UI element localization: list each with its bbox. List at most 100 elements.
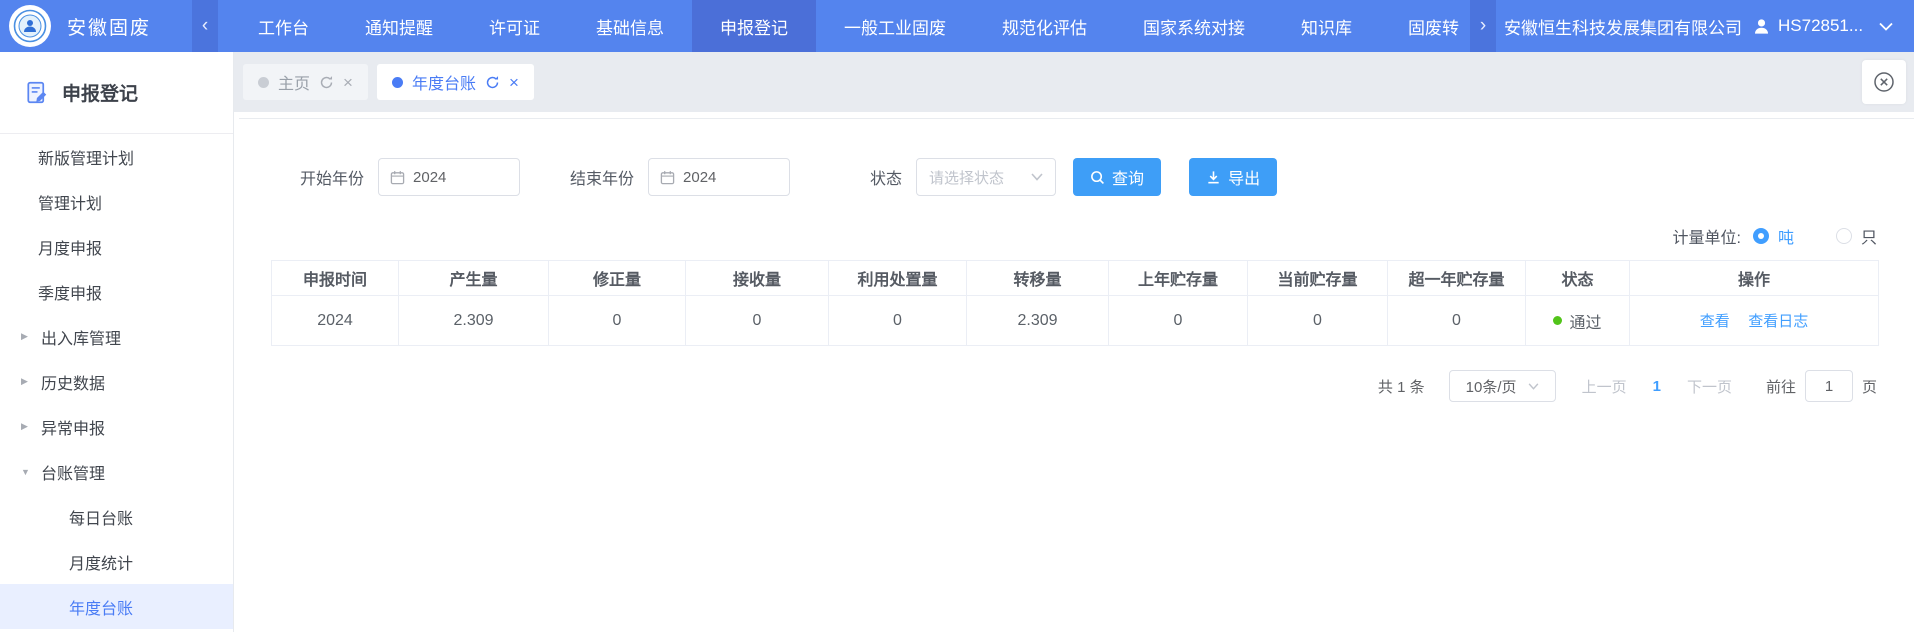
nav-item-knowledge-base[interactable]: 知识库 [1273,0,1380,52]
col-actions: 操作 [1630,261,1879,296]
nav-item-national-system[interactable]: 国家系统对接 [1115,0,1273,52]
nav-item-declaration[interactable]: 申报登记 [692,0,816,52]
unit-selector: 计量单位: 吨 只 [271,224,1877,248]
col-generated: 产生量 [399,261,549,296]
close-all-tabs-button[interactable] [1862,60,1906,104]
next-page-button[interactable]: 下一页 [1687,376,1732,397]
nav-scroll-right-button[interactable]: › [1470,0,1496,52]
sidebar-item-management-plan[interactable]: 管理计划 [0,179,233,224]
user-icon [1752,17,1771,36]
goto-page-input[interactable] [1805,370,1853,402]
unit-label: 计量单位: [1673,224,1741,248]
nav-item-standardization-assessment[interactable]: 规范化评估 [974,0,1115,52]
col-corrected: 修正量 [549,261,686,296]
unit-radio-ton[interactable]: 吨 [1753,224,1794,248]
radio-selected-icon [1753,228,1769,244]
goto-label: 前往 [1766,376,1796,397]
sidebar-item-ledger-management[interactable]: ▼台账管理 [0,449,233,494]
view-link[interactable]: 查看 [1700,313,1730,330]
end-year-label: 结束年份 [570,165,634,189]
annual-ledger-table: 申报时间 产生量 修正量 接收量 利用处置量 转移量 上年贮存量 当前贮存量 超… [271,260,1879,346]
main-area: 主页 × 年度台账 × [234,52,1914,632]
start-year-label: 开始年份 [300,165,364,189]
nav-item-license[interactable]: 许可证 [461,0,568,52]
col-declare-time: 申报时间 [272,261,399,296]
tab-bar: 主页 × 年度台账 × [234,52,1914,112]
chevron-right-icon: ▶ [21,376,32,387]
sidebar-item-inventory-management[interactable]: ▶出入库管理 [0,314,233,359]
sidebar-item-monthly-declaration[interactable]: 月度申报 [0,224,233,269]
refresh-icon[interactable] [485,75,500,90]
download-icon [1206,170,1221,185]
sidebar-menu: 新版管理计划 管理计划 月度申报 季度申报 ▶出入库管理 ▶历史数据 ▶异常申报… [0,134,233,629]
current-page[interactable]: 1 [1653,378,1661,395]
sidebar-item-daily-ledger[interactable]: 每日台账 [0,494,233,539]
sidebar-item-monthly-statistics[interactable]: 月度统计 [0,539,233,584]
end-year-input[interactable] [648,158,790,196]
tab-status-dot [258,77,269,88]
search-icon [1090,170,1105,185]
view-log-link[interactable]: 查看日志 [1748,313,1808,330]
sidebar-item-annual-ledger[interactable]: 年度台账 [0,584,233,629]
status-badge: 通过 [1526,309,1629,333]
search-button[interactable]: 查询 [1073,158,1161,196]
status-label: 状态 [870,165,902,189]
col-transferred: 转移量 [967,261,1109,296]
tab-home[interactable]: 主页 × [243,64,368,100]
calendar-icon [390,170,405,185]
nav-item-notifications[interactable]: 通知提醒 [337,0,461,52]
total-count: 共 1 条 [1378,376,1425,397]
col-over-one-year-storage: 超一年贮存量 [1388,261,1526,296]
sidebar-item-new-management-plan[interactable]: 新版管理计划 [0,134,233,179]
chevron-left-icon: ‹ [202,15,208,37]
sidebar-item-abnormal-declaration[interactable]: ▶异常申报 [0,404,233,449]
pagination: 共 1 条 10条/页 上一页 1 下一页 前往 页 [271,370,1877,402]
content-panel: 开始年份 结束年份 状态 [234,112,1914,632]
col-last-year-storage: 上年贮存量 [1109,261,1248,296]
col-utilized-disposed: 利用处置量 [829,261,967,296]
start-year-input[interactable] [378,158,520,196]
declaration-doc-icon [26,81,49,104]
app-logo-icon [9,5,51,47]
prev-page-button[interactable]: 上一页 [1582,376,1627,397]
nav-item-basic-info[interactable]: 基础信息 [568,0,692,52]
refresh-icon[interactable] [319,75,334,90]
table-row: 2024 2.309 0 0 0 2.309 0 0 0 [272,296,1879,346]
app-window: 安徽固废 ‹ 工作台 通知提醒 许可证 基础信息 申报登记 一般工业固废 规范化… [0,0,1914,632]
user-menu[interactable]: HS72851... [1752,16,1863,36]
main-nav: 工作台 通知提醒 许可证 基础信息 申报登记 一般工业固废 规范化评估 国家系统… [230,0,1470,52]
unit-radio-piece[interactable]: 只 [1836,224,1877,248]
status-select[interactable]: 请选择状态 [916,158,1056,196]
export-button[interactable]: 导出 [1189,158,1277,196]
chevron-right-icon: › [1480,15,1486,37]
chevron-down-icon [1528,383,1539,390]
close-icon[interactable]: × [343,74,353,91]
sidebar-title: 申报登记 [62,79,138,106]
chevron-right-icon: ▶ [21,331,32,342]
col-status: 状态 [1526,261,1630,296]
end-year-value[interactable] [683,169,778,186]
start-year-value[interactable] [413,169,508,186]
tab-status-dot [392,77,403,88]
status-placeholder: 请选择状态 [929,167,1004,188]
nav-item-workbench[interactable]: 工作台 [230,0,337,52]
close-icon[interactable]: × [509,74,519,91]
circle-close-icon [1872,70,1896,94]
nav-item-general-industrial-waste[interactable]: 一般工业固废 [816,0,974,52]
goto-unit: 页 [1862,376,1877,397]
company-name[interactable]: 安徽恒生科技发展集团有限公司 [1504,14,1742,39]
sidebar-item-history-data[interactable]: ▶历史数据 [0,359,233,404]
nav-scroll-left-button[interactable]: ‹ [192,0,218,52]
chevron-down-icon: ▼ [21,467,32,477]
radio-unselected-icon [1836,228,1852,244]
chevron-down-icon [1031,173,1043,181]
page-size-select[interactable]: 10条/页 [1449,370,1556,402]
sidebar: 申报登记 新版管理计划 管理计划 月度申报 季度申报 ▶出入库管理 ▶历史数据 … [0,52,234,632]
tab-annual-ledger[interactable]: 年度台账 × [377,64,534,100]
status-dot-icon [1553,316,1562,325]
sidebar-item-quarterly-declaration[interactable]: 季度申报 [0,269,233,314]
col-current-storage: 当前贮存量 [1248,261,1388,296]
col-received: 接收量 [686,261,829,296]
user-dropdown-chevron-icon[interactable] [1879,22,1893,31]
nav-item-waste-transfer[interactable]: 固废转 [1380,0,1470,52]
